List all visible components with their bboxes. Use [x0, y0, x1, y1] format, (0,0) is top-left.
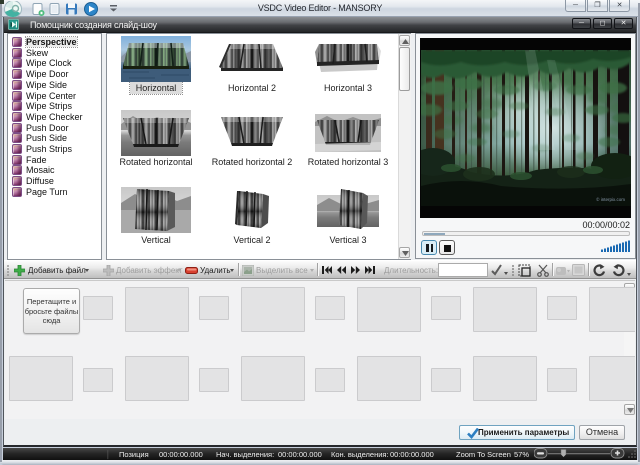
svg-text:© interpix.com: © interpix.com [596, 196, 625, 202]
